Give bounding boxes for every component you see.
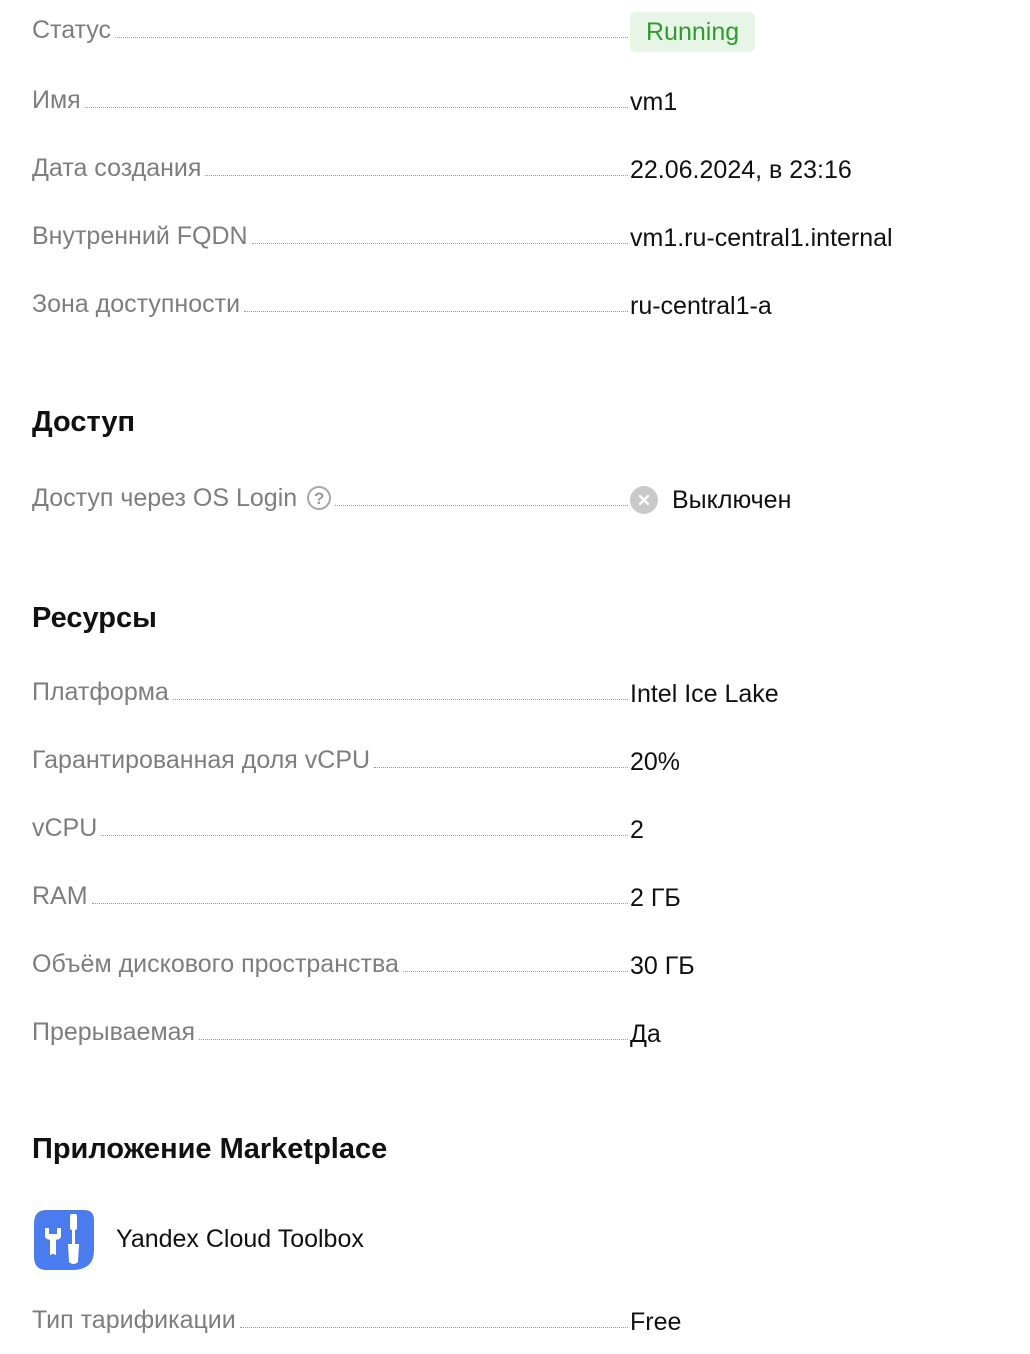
oslogin-label-group: Доступ через OS Login ? xyxy=(32,484,332,512)
zone-label: Зона доступности xyxy=(32,290,241,318)
status-badge: Running xyxy=(630,12,756,52)
marketplace-app[interactable]: Yandex Cloud Toolbox xyxy=(32,1206,364,1272)
row-created-label-wrap: Дата создания xyxy=(32,154,630,186)
row-platform: Платформа Intel Ice Lake xyxy=(32,674,992,714)
row-vcpu-share: Гарантированная доля vCPU 20% xyxy=(32,742,992,782)
ram-value: 2 ГБ xyxy=(630,884,681,912)
status-label: Статус xyxy=(32,16,112,44)
zone-value: ru-central1-a xyxy=(630,292,772,320)
close-circle-icon xyxy=(630,486,658,514)
row-vcpu-label-wrap: vCPU xyxy=(32,814,630,846)
leader-dots xyxy=(91,902,628,904)
preemptible-label: Прерываемая xyxy=(32,1018,196,1046)
row-created: Дата создания 22.06.2024, в 23:16 xyxy=(32,150,992,190)
platform-label: Платформа xyxy=(32,678,169,706)
leader-dots xyxy=(199,1038,628,1040)
row-vcpu-share-label-wrap: Гарантированная доля vCPU xyxy=(32,746,630,778)
row-status-label-wrap: Статус xyxy=(32,16,630,48)
ram-label: RAM xyxy=(32,882,88,910)
row-fqdn: Внутренний FQDN vm1.ru-central1.internal xyxy=(32,218,992,258)
toolbox-logo-icon xyxy=(32,1206,96,1272)
section-title-resources: Ресурсы xyxy=(32,602,157,634)
marketplace-app-name[interactable]: Yandex Cloud Toolbox xyxy=(116,1225,364,1254)
vcpu-label: vCPU xyxy=(32,814,98,842)
vcpu-share-label: Гарантированная доля vCPU xyxy=(32,746,371,774)
row-preemptible-label-wrap: Прерываемая xyxy=(32,1018,630,1050)
billing-label: Тип тарификации xyxy=(32,1306,236,1334)
vcpu-value: 2 xyxy=(630,816,644,844)
row-ram-label-wrap: RAM xyxy=(32,882,630,914)
leader-dots xyxy=(244,310,628,312)
oslogin-value-wrap: Выключен xyxy=(630,486,791,514)
row-oslogin-label-wrap: Доступ через OS Login ? xyxy=(32,484,630,516)
disk-label: Объём дискового пространства xyxy=(32,950,399,978)
row-status: Статус Running xyxy=(32,12,992,52)
leader-dots xyxy=(374,766,628,768)
created-value: 22.06.2024, в 23:16 xyxy=(630,156,852,184)
fqdn-label: Внутренний FQDN xyxy=(32,222,248,250)
leader-dots xyxy=(115,36,628,38)
row-oslogin: Доступ через OS Login ? Выключен xyxy=(32,480,992,520)
row-disk: Объём дискового пространства 30 ГБ xyxy=(32,946,992,986)
row-disk-label-wrap: Объём дискового пространства xyxy=(32,950,630,982)
section-title-marketplace: Приложение Marketplace xyxy=(32,1133,388,1165)
leader-dots xyxy=(402,970,628,972)
oslogin-value: Выключен xyxy=(672,486,792,514)
leader-dots xyxy=(205,174,628,176)
row-billing: Тип тарификации Free xyxy=(32,1302,992,1342)
row-fqdn-label-wrap: Внутренний FQDN xyxy=(32,222,630,254)
leader-dots xyxy=(335,504,628,506)
row-vcpu: vCPU 2 xyxy=(32,810,992,850)
leader-dots xyxy=(251,242,628,244)
leader-dots xyxy=(172,698,628,700)
disk-value: 30 ГБ xyxy=(630,952,695,980)
row-billing-label-wrap: Тип тарификации xyxy=(32,1306,630,1338)
row-platform-label-wrap: Платформа xyxy=(32,678,630,710)
platform-value: Intel Ice Lake xyxy=(630,680,779,708)
row-ram: RAM 2 ГБ xyxy=(32,878,992,918)
status-value-wrap: Running xyxy=(630,12,756,52)
billing-value: Free xyxy=(630,1308,682,1336)
oslogin-label: Доступ через OS Login xyxy=(32,484,298,512)
help-icon[interactable]: ? xyxy=(307,486,332,510)
row-name-label-wrap: Имя xyxy=(32,86,630,118)
preemptible-value: Да xyxy=(630,1020,661,1048)
name-label: Имя xyxy=(32,86,81,114)
row-name: Имя vm1 xyxy=(32,82,992,122)
leader-dots xyxy=(239,1326,628,1328)
row-preemptible: Прерываемая Да xyxy=(32,1014,992,1054)
row-zone: Зона доступности ru-central1-a xyxy=(32,286,992,326)
created-label: Дата создания xyxy=(32,154,202,182)
leader-dots xyxy=(101,834,628,836)
fqdn-value[interactable]: vm1.ru-central1.internal xyxy=(630,224,893,252)
leader-dots xyxy=(84,106,628,108)
row-zone-label-wrap: Зона доступности xyxy=(32,290,630,322)
section-title-access: Доступ xyxy=(32,406,136,438)
vcpu-share-value: 20% xyxy=(630,748,681,776)
name-value: vm1 xyxy=(630,88,678,116)
